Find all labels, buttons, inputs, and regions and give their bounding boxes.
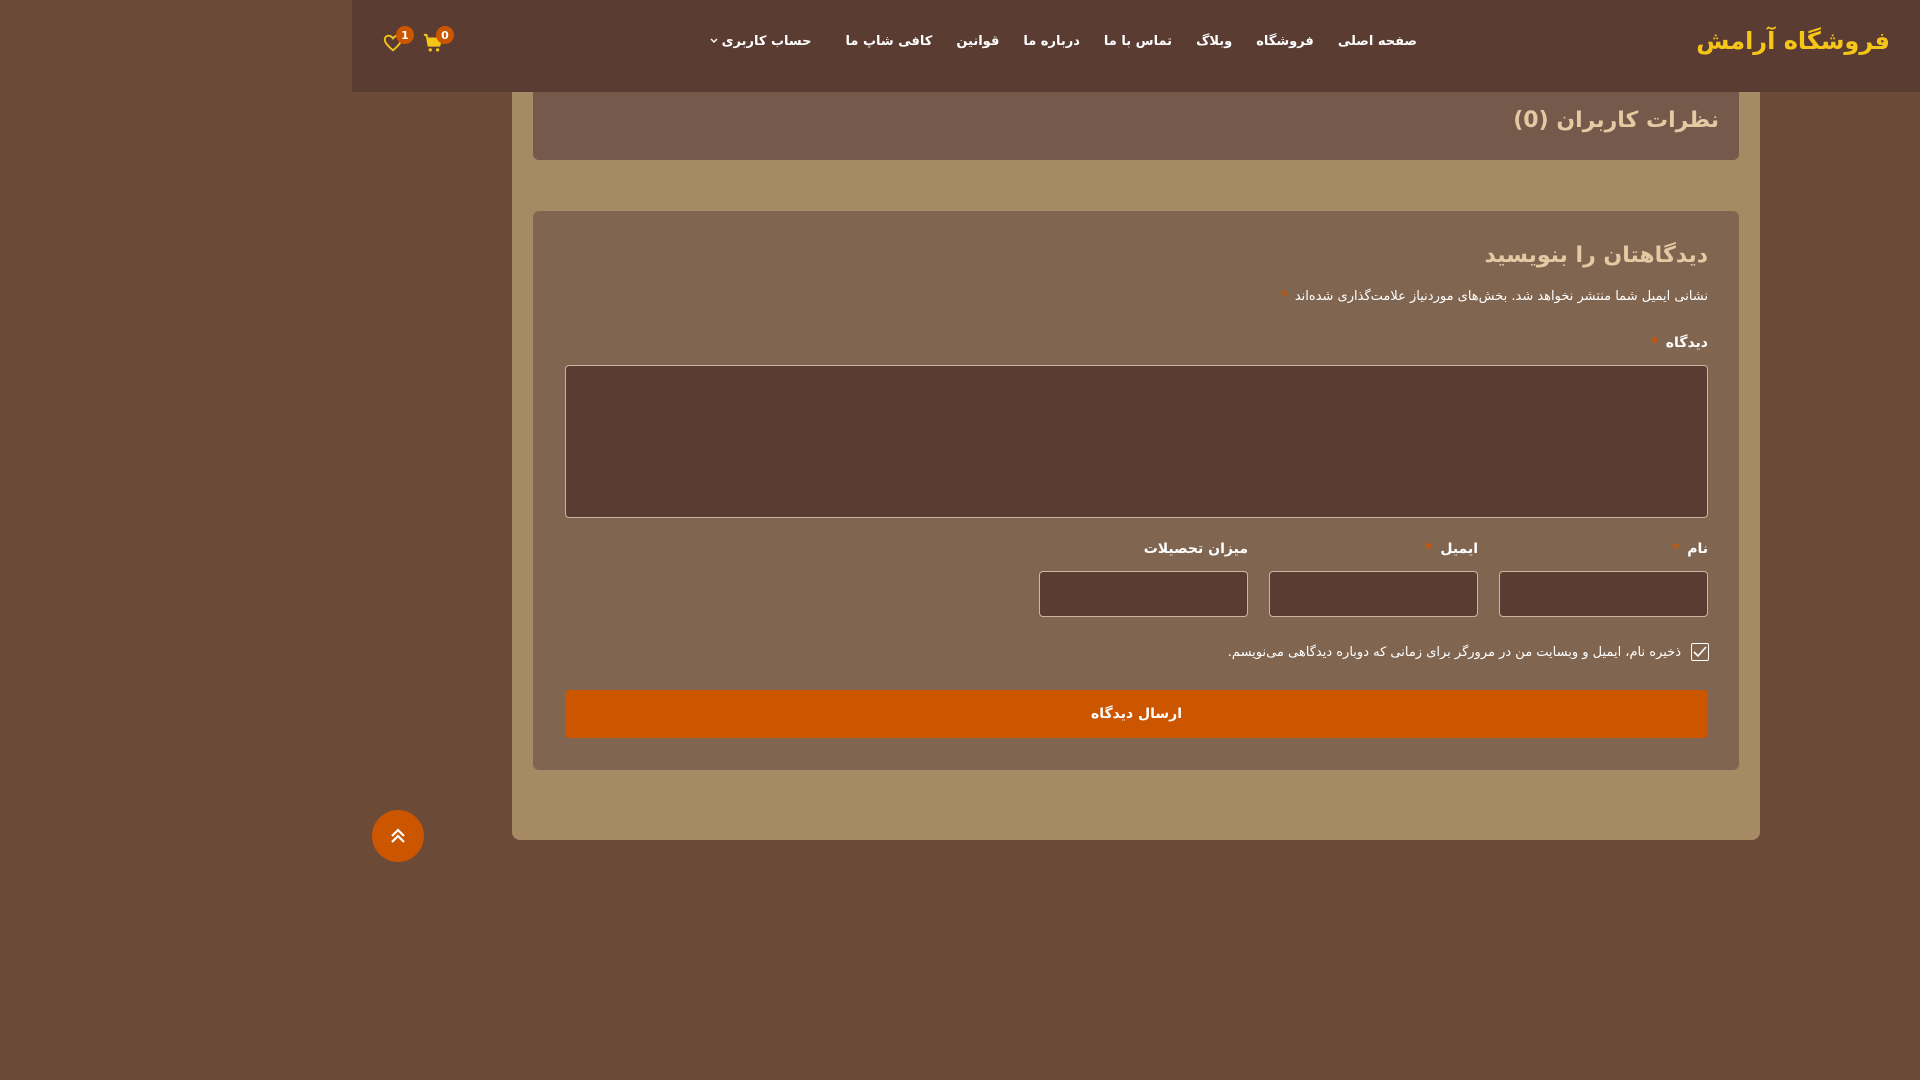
education-label-text: میزان تحصیلات xyxy=(1143,541,1248,557)
nav-rules[interactable]: قوانین xyxy=(956,34,999,49)
comment-label: دیدگاه * xyxy=(1651,335,1708,351)
scroll-to-top-button[interactable] xyxy=(372,810,424,862)
education-label: میزان تحصیلات xyxy=(1144,541,1248,557)
name-label-text: نام xyxy=(1687,541,1708,557)
nav-about[interactable]: درباره ما xyxy=(1023,34,1080,49)
required-mark: * xyxy=(1281,289,1288,304)
required-mark: * xyxy=(1672,541,1680,557)
site-header: فروشگاه آرامش صفحه اصلی فروشگاه وبلاگ تم… xyxy=(352,0,1920,92)
comment-textarea[interactable] xyxy=(565,365,1708,518)
email-input[interactable] xyxy=(1269,571,1478,617)
save-info-row: ذخیره نام، ایمیل و وبسایت من در مرورگر ب… xyxy=(1228,643,1709,661)
cart-count-badge: 0 xyxy=(436,26,454,44)
reviews-section: نظرات کاربران (0) xyxy=(533,92,1739,160)
email-label-text: ایمیل xyxy=(1440,541,1478,557)
form-title: دیدگاهتان را بنویسید xyxy=(1484,243,1708,268)
content-area: نظرات کاربران (0) دیدگاهتان را بنویسید ن… xyxy=(512,92,1760,840)
form-notice: نشانی ایمیل شما منتشر نخواهد شد. بخش‌های… xyxy=(1281,289,1708,304)
education-input[interactable] xyxy=(1039,571,1248,617)
required-mark: * xyxy=(1650,335,1658,351)
nav-account-menu[interactable]: حساب کاربری xyxy=(710,34,812,49)
double-chevron-up-icon xyxy=(391,828,405,843)
required-mark: * xyxy=(1425,541,1433,557)
save-info-checkbox[interactable] xyxy=(1691,643,1709,661)
nav-coffee-shop[interactable]: کافی شاپ ما xyxy=(846,34,933,49)
wishlist-button[interactable]: 1 xyxy=(382,26,414,54)
wishlist-count-badge: 1 xyxy=(396,26,414,44)
chevron-down-icon xyxy=(710,36,718,47)
nav-account-label: حساب کاربری xyxy=(721,34,812,49)
name-label: نام * xyxy=(1672,541,1708,557)
form-notice-text: نشانی ایمیل شما منتشر نخواهد شد. بخش‌های… xyxy=(1294,289,1708,304)
nav-contact[interactable]: تماس با ما xyxy=(1104,34,1172,49)
header-actions: 1 0 xyxy=(382,26,457,58)
name-input[interactable] xyxy=(1499,571,1708,617)
submit-comment-button[interactable]: ارسال دیدگاه xyxy=(565,690,1708,738)
main-nav: صفحه اصلی فروشگاه وبلاگ تماس با ما دربار… xyxy=(710,34,1417,49)
reviews-title: نظرات کاربران (0) xyxy=(1513,108,1719,133)
nav-shop[interactable]: فروشگاه xyxy=(1256,34,1314,49)
nav-home[interactable]: صفحه اصلی xyxy=(1338,34,1417,49)
site-logo[interactable]: فروشگاه آرامش xyxy=(1696,27,1890,55)
nav-blog[interactable]: وبلاگ xyxy=(1196,34,1232,49)
check-icon xyxy=(1693,646,1707,658)
email-label: ایمیل * xyxy=(1425,541,1478,557)
comment-label-text: دیدگاه xyxy=(1665,335,1708,351)
comment-form: دیدگاهتان را بنویسید نشانی ایمیل شما منت… xyxy=(533,211,1739,770)
cart-button[interactable]: 0 xyxy=(422,26,454,54)
save-info-label: ذخیره نام، ایمیل و وبسایت من در مرورگر ب… xyxy=(1227,644,1681,660)
